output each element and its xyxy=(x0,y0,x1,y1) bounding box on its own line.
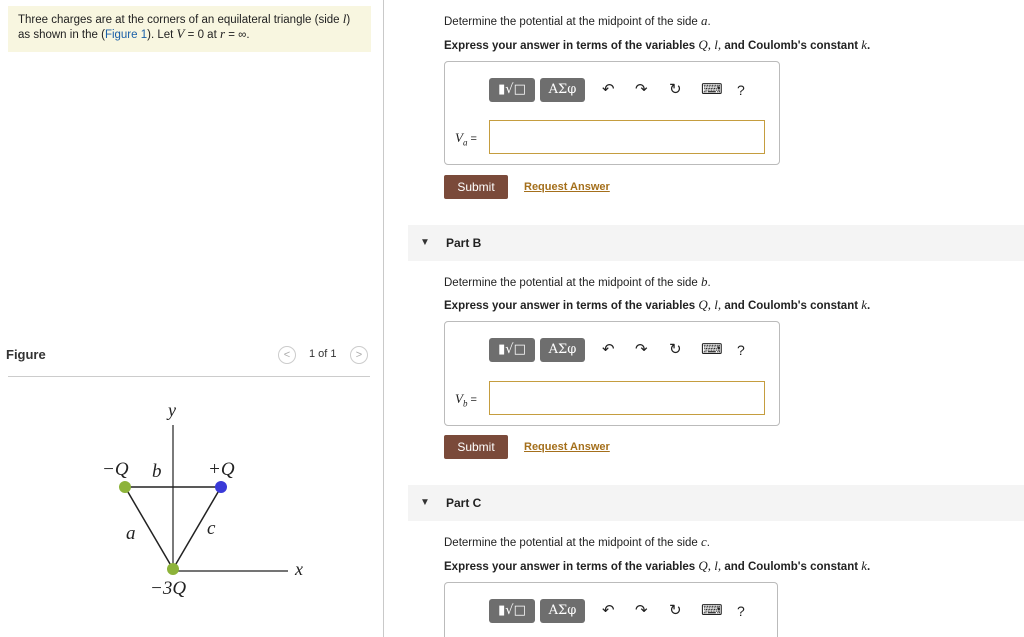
caret-down-icon: ▼ xyxy=(420,237,430,248)
math-toolbar: ▮√□ ΑΣφ ↶ ↷ ↻ ⌨ ? xyxy=(489,593,745,633)
part-a-question: Determine the potential at the midpoint … xyxy=(444,13,711,29)
redo-icon[interactable]: ↷ xyxy=(635,340,648,360)
instruction-mid: and Coulomb's constant xyxy=(721,561,862,573)
keyboard-icon[interactable]: ⌨ xyxy=(701,340,723,360)
instruction-vars: Q, l, xyxy=(698,37,722,52)
part-b-header[interactable]: ▼ Part B xyxy=(408,225,1024,261)
part-c-title: Part C xyxy=(446,496,482,510)
problem-text-5: = ∞. xyxy=(225,29,250,41)
redo-icon[interactable]: ↷ xyxy=(635,80,648,100)
answer-input-a[interactable] xyxy=(489,120,765,154)
charge-bottom-label: −3Q xyxy=(150,578,186,599)
var-label-b: Vb = xyxy=(455,391,477,409)
chevron-left-icon[interactable]: < xyxy=(278,346,296,364)
instruction-end: . xyxy=(867,300,871,312)
request-answer-link-b[interactable]: Request Answer xyxy=(524,441,610,453)
var-label-a: Va = xyxy=(455,130,477,148)
help-icon[interactable]: ? xyxy=(737,80,745,100)
problem-text-4: = 0 at xyxy=(184,29,220,41)
part-b-question: Determine the potential at the midpoint … xyxy=(444,274,711,290)
equals-sign: = xyxy=(467,394,477,406)
reset-icon[interactable]: ↻ xyxy=(669,601,682,621)
problem-text-2: as shown in the ( xyxy=(18,29,105,41)
part-b-title: Part B xyxy=(446,236,482,250)
instruction-text: Express your answer in terms of the vari… xyxy=(444,561,699,573)
instruction-text: Express your answer in terms of the vari… xyxy=(444,40,699,52)
question-text: Determine the potential at the midpoint … xyxy=(444,537,701,549)
caret-down-icon: ▼ xyxy=(420,497,430,508)
help-icon[interactable]: ? xyxy=(737,601,745,621)
figure-divider xyxy=(8,376,370,377)
x-axis-label: x xyxy=(294,559,303,579)
instruction-vars: Q, l, xyxy=(698,297,722,312)
undo-icon[interactable]: ↶ xyxy=(602,340,615,360)
var-name: V xyxy=(455,130,463,145)
side-c-label: c xyxy=(207,518,216,539)
templates-button[interactable]: ▮√□ xyxy=(489,599,535,623)
figure-link[interactable]: Figure 1 xyxy=(105,29,147,41)
figure-label: Figure xyxy=(6,347,46,362)
greek-symbols-button[interactable]: ΑΣφ xyxy=(540,338,585,362)
equals-sign: = xyxy=(467,133,477,145)
problem-text-1-end: ) xyxy=(346,14,351,26)
part-b-answer-box: ▮√□ ΑΣφ ↶ ↷ ↻ ⌨ ? Vb = xyxy=(444,321,780,426)
side-a-label: a xyxy=(126,523,136,544)
side-b-label: b xyxy=(152,461,162,482)
greek-symbols-button[interactable]: ΑΣφ xyxy=(540,78,585,102)
greek-symbols-button[interactable]: ΑΣφ xyxy=(540,599,585,623)
redo-icon[interactable]: ↷ xyxy=(635,601,648,621)
problem-text-1: Three charges are at the corners of an e… xyxy=(18,14,343,26)
part-c-instruction: Express your answer in terms of the vari… xyxy=(444,558,870,574)
part-b-instruction: Express your answer in terms of the vari… xyxy=(444,297,870,313)
chevron-right-icon[interactable]: > xyxy=(350,346,368,364)
math-toolbar: ▮√□ ΑΣφ ↶ ↷ ↻ ⌨ ? xyxy=(489,72,745,112)
instruction-end: . xyxy=(867,561,871,573)
charge-tr-label: +Q xyxy=(208,459,235,480)
y-axis-label: y xyxy=(166,400,176,420)
submit-button-a[interactable]: Submit xyxy=(444,175,508,199)
left-panel: Three charges are at the corners of an e… xyxy=(0,0,384,637)
templates-button[interactable]: ▮√□ xyxy=(489,78,535,102)
question-end: . xyxy=(707,16,711,28)
math-toolbar: ▮√□ ΑΣφ ↶ ↷ ↻ ⌨ ? xyxy=(489,332,745,372)
reset-icon[interactable]: ↻ xyxy=(669,80,682,100)
pager-text: 1 of 1 xyxy=(309,348,337,360)
keyboard-icon[interactable]: ⌨ xyxy=(701,80,723,100)
question-text: Determine the potential at the midpoint … xyxy=(444,16,701,28)
charge-pos-q-dot xyxy=(215,481,227,493)
instruction-mid: and Coulomb's constant xyxy=(721,40,862,52)
part-c-answer-box: ▮√□ ΑΣφ ↶ ↷ ↻ ⌨ ? xyxy=(444,582,778,637)
charge-tl-label: −Q xyxy=(102,459,129,480)
charge-neg-3q-dot xyxy=(167,563,179,575)
reset-icon[interactable]: ↻ xyxy=(669,340,682,360)
instruction-text: Express your answer in terms of the vari… xyxy=(444,300,699,312)
right-panel: Determine the potential at the midpoint … xyxy=(384,0,1024,637)
undo-icon[interactable]: ↶ xyxy=(602,80,615,100)
submit-button-b[interactable]: Submit xyxy=(444,435,508,459)
triangle-figure: y x −Q +Q −3Q b a c xyxy=(102,400,303,599)
question-end: . xyxy=(706,537,710,549)
templates-button[interactable]: ▮√□ xyxy=(489,338,535,362)
instruction-mid: and Coulomb's constant xyxy=(721,300,862,312)
problem-text-3: ). Let xyxy=(147,29,177,41)
problem-statement: Three charges are at the corners of an e… xyxy=(8,6,371,52)
part-c-question: Determine the potential at the midpoint … xyxy=(444,534,710,550)
question-end: . xyxy=(707,277,711,289)
instruction-end: . xyxy=(867,40,871,52)
keyboard-icon[interactable]: ⌨ xyxy=(701,601,723,621)
question-text: Determine the potential at the midpoint … xyxy=(444,277,701,289)
instruction-vars: Q, l, xyxy=(698,558,722,573)
undo-icon[interactable]: ↶ xyxy=(602,601,615,621)
part-a-answer-box: ▮√□ ΑΣφ ↶ ↷ ↻ ⌨ ? Va = xyxy=(444,61,780,165)
charge-neg-q-dot xyxy=(119,481,131,493)
help-icon[interactable]: ? xyxy=(737,340,745,360)
answer-input-b[interactable] xyxy=(489,381,765,415)
part-a-instruction: Express your answer in terms of the vari… xyxy=(444,37,870,53)
request-answer-link-a[interactable]: Request Answer xyxy=(524,181,610,193)
part-c-header[interactable]: ▼ Part C xyxy=(408,485,1024,521)
var-name: V xyxy=(455,391,463,406)
